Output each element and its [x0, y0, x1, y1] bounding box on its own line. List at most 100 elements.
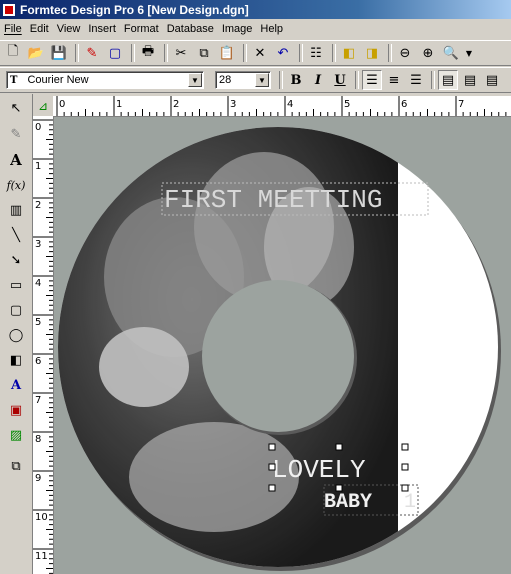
print-icon[interactable]: 🖶 — [138, 43, 158, 63]
font-select[interactable]: T Courier New ▼ — [6, 71, 204, 89]
toolbar-separator — [75, 44, 79, 62]
ruler-label: 3 — [230, 99, 236, 110]
cut-icon[interactable]: ✂ — [171, 43, 191, 63]
send-back-icon[interactable]: ◨ — [362, 43, 382, 63]
toolbar-separator — [388, 44, 392, 62]
design-canvas[interactable]: FIRST MEETTING LOVELY BABY 1 — [54, 117, 511, 574]
left-ruler-scale: 0 1 2 3 4 5 6 7 8 9 10 11 — [33, 119, 53, 574]
menu-edit[interactable]: Edit — [26, 23, 53, 35]
ruler-label: 5 — [35, 317, 41, 328]
tool-palette: ↖ ✎ A f(x) ▥ ╲ ➘ ▭ ▢ ◯ ◧ A ▣ ▨ ⧉ — [0, 94, 33, 574]
copy-icon[interactable]: ⧉ — [194, 43, 214, 63]
ruler-label: 10 — [35, 512, 48, 523]
app-icon — [2, 2, 16, 17]
align-left-icon[interactable]: ☰ — [362, 70, 382, 90]
ruler-label: 2 — [173, 99, 179, 110]
rectangle-tool-icon[interactable]: ▭ — [5, 275, 27, 295]
toolbar-separator — [279, 71, 283, 89]
ruler-label: 2 — [35, 200, 41, 211]
select-arrow-icon[interactable]: ↖ — [5, 98, 27, 118]
menu-view[interactable]: View — [53, 23, 85, 35]
ruler-label: 4 — [35, 278, 41, 289]
size-select[interactable]: 28 ▼ — [215, 71, 271, 89]
ruler-label: 0 — [59, 99, 65, 110]
ruler-label: 1 — [35, 161, 41, 172]
ruler-label: 11 — [35, 551, 48, 562]
menu-file[interactable]: File — [0, 23, 26, 35]
toolbar-separator — [332, 44, 336, 62]
text-lovely[interactable]: LOVELY — [272, 455, 366, 485]
toolbar-separator — [243, 44, 247, 62]
menu-insert[interactable]: Insert — [84, 23, 120, 35]
menu-help[interactable]: Help — [256, 23, 287, 35]
ruler-label: 5 — [344, 99, 350, 110]
zoom-dropdown-icon[interactable]: ▼ — [464, 43, 474, 63]
valign-middle-icon[interactable]: ▤ — [460, 70, 480, 90]
menu-format[interactable]: Format — [120, 23, 163, 35]
art-text-tool-icon[interactable]: A — [5, 375, 27, 395]
left-ruler: 0 1 2 3 4 5 6 7 8 9 10 11 — [33, 116, 54, 574]
ruler-label: 6 — [401, 99, 407, 110]
text-baby[interactable]: BABY — [324, 491, 372, 514]
gradient-tool-icon[interactable]: ◧ — [5, 350, 27, 370]
top-ruler: 0 1 2 3 4 5 6 7 8 — [53, 96, 511, 117]
window-title: Formtec Design Pro 6 [New Design.dgn] — [20, 2, 249, 17]
arrow-line-tool-icon[interactable]: ➘ — [5, 250, 27, 270]
open-icon[interactable]: 📂 — [26, 43, 46, 63]
text-baby-suffix: 1 — [404, 491, 416, 514]
ruler-label: 4 — [287, 99, 293, 110]
paste-icon[interactable]: 📋 — [217, 43, 237, 63]
italic-button[interactable]: I — [308, 70, 328, 90]
ruler-label: 6 — [35, 356, 41, 367]
barcode-tool-icon[interactable]: ▥ — [5, 200, 27, 220]
ellipse-tool-icon[interactable]: ◯ — [5, 325, 27, 345]
toolbar-separator — [431, 71, 435, 89]
bold-button[interactable]: B — [286, 70, 306, 90]
ruler-label: 7 — [458, 99, 464, 110]
toolbar-separator — [164, 44, 168, 62]
save-icon[interactable]: 💾 — [49, 43, 69, 63]
size-value: 28 — [219, 74, 232, 86]
properties-icon[interactable]: ☷ — [306, 43, 326, 63]
font-value: Courier New — [27, 74, 89, 86]
picture-frame-tool-icon[interactable]: ▣ — [5, 400, 27, 420]
menu-image[interactable]: Image — [218, 23, 257, 35]
frame-icon[interactable]: ▢ — [105, 43, 125, 63]
rounded-rect-tool-icon[interactable]: ▢ — [5, 300, 27, 320]
toolbar-separator — [355, 71, 359, 89]
underline-button[interactable]: U — [330, 70, 350, 90]
top-ruler-scale: 0 1 2 3 4 5 6 7 8 — [56, 96, 507, 116]
new-icon[interactable]: 🗋 — [3, 43, 23, 63]
format-toolbar: T Courier New ▼ 28 ▼ B I U ☰ ≡ ☰ ▤ ▤ ▤ — [0, 67, 511, 93]
menu-bar: File Edit View Insert Format Database Im… — [0, 19, 511, 39]
text-tool-icon[interactable]: A — [5, 150, 27, 170]
align-center-icon[interactable]: ≡ — [384, 70, 404, 90]
zoom-in-icon[interactable]: ⊕ — [418, 43, 438, 63]
ruler-label: 0 — [35, 122, 41, 133]
ruler-origin-icon: ⊿ — [37, 99, 49, 113]
ruler-label: 9 — [35, 473, 41, 484]
menu-database[interactable]: Database — [163, 23, 218, 35]
undo-icon[interactable]: ↶ — [273, 43, 293, 63]
image-tool-icon[interactable]: ▨ — [5, 425, 27, 445]
delete-icon[interactable]: ✕ — [250, 43, 270, 63]
ruler-label: 8 — [35, 434, 41, 445]
valign-top-icon[interactable]: ▤ — [438, 70, 458, 90]
print-preview-icon[interactable]: ✎ — [82, 43, 102, 63]
ruler-corner: ⊿ — [33, 96, 53, 116]
chevron-down-icon[interactable]: ▼ — [255, 73, 269, 87]
bring-front-icon[interactable]: ◧ — [339, 43, 359, 63]
cd-label[interactable]: FIRST MEETTING LOVELY BABY 1 — [54, 117, 511, 574]
group-tool-icon[interactable]: ⧉ — [5, 456, 27, 476]
center-hole — [202, 280, 354, 432]
align-right-icon[interactable]: ☰ — [406, 70, 426, 90]
zoom-out-icon[interactable]: ⊖ — [395, 43, 415, 63]
chevron-down-icon[interactable]: ▼ — [188, 73, 202, 87]
text-first-meeting[interactable]: FIRST MEETTING — [164, 185, 382, 215]
formula-tool-icon[interactable]: f(x) — [5, 175, 27, 195]
zoom-icon[interactable]: 🔍 — [441, 43, 461, 63]
valign-bottom-icon[interactable]: ▤ — [482, 70, 502, 90]
line-tool-icon[interactable]: ╲ — [5, 225, 27, 245]
edit-points-icon[interactable]: ✎ — [5, 124, 27, 144]
toolbar-separator — [131, 44, 135, 62]
